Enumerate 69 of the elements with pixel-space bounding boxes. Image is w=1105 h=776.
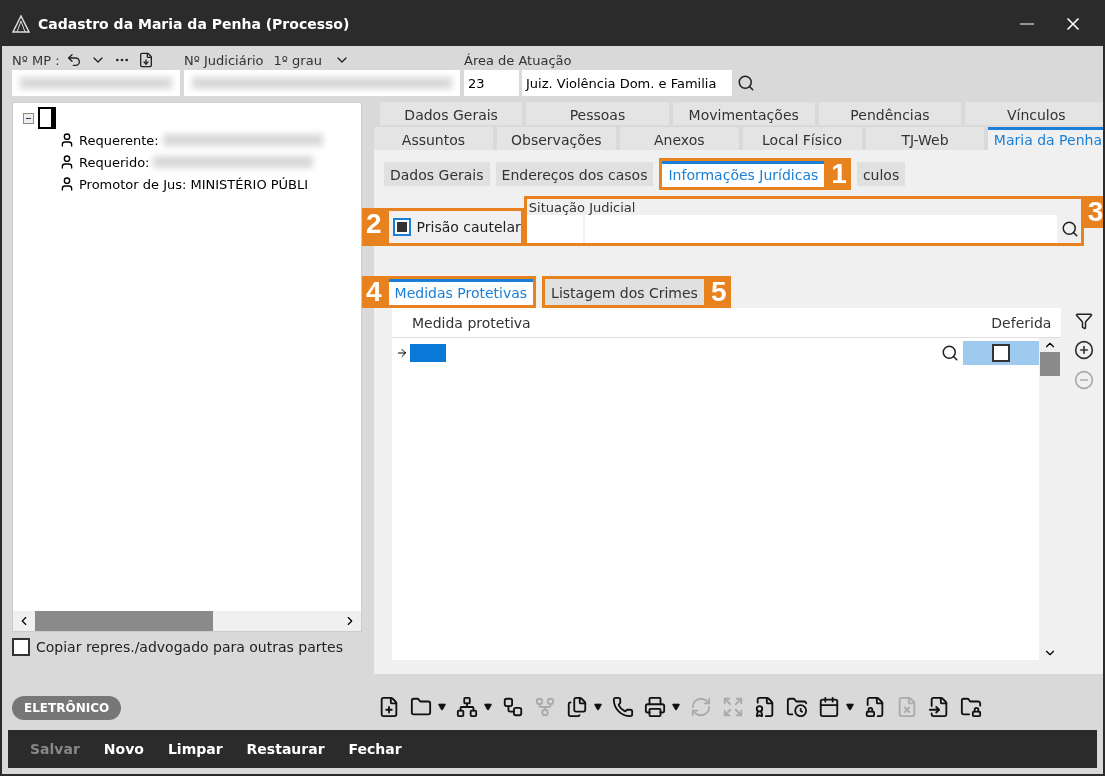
folder-icon[interactable] [410, 696, 446, 718]
document-icon [38, 107, 56, 129]
tab[interactable]: Medidas Protetivas [388, 279, 534, 305]
column-header[interactable]: Medida protetiva [412, 314, 982, 331]
subtab[interactable]: Informações Jurídicas [662, 161, 825, 187]
area-label: Área de Atuação [464, 53, 573, 68]
printer-icon[interactable] [644, 696, 680, 718]
action-button[interactable]: Limpar [167, 741, 223, 757]
tab[interactable]: Dados Gerais [380, 102, 523, 125]
logo-icon [12, 15, 30, 33]
tab[interactable]: Listagem dos Crimes [545, 279, 704, 305]
situation-label: Situação Judicial [527, 200, 637, 215]
column-header[interactable]: Deferida [991, 314, 1052, 331]
folder-lock-icon[interactable] [960, 696, 982, 718]
tree-item[interactable]: Promotor de Jus: MINISTÉRIO PÚBLI [79, 176, 309, 192]
collapse-icon[interactable] [23, 112, 34, 124]
callout-number: 5 [706, 276, 731, 308]
calendar-icon[interactable] [818, 696, 854, 718]
callout-number: 3 [1083, 196, 1103, 228]
mp-field[interactable] [12, 70, 180, 96]
phone-icon[interactable] [612, 696, 634, 718]
tab[interactable]: Pessoas [526, 102, 669, 125]
tab[interactable]: Vínculos [965, 102, 1103, 125]
judicial-label: Nº Judiciário [184, 52, 264, 68]
grau-label: 1º grau [273, 52, 322, 68]
tab[interactable]: Local Físico [742, 127, 862, 150]
tree-item[interactable]: Requerente: [79, 132, 159, 148]
selected-cell[interactable] [410, 344, 446, 362]
file-input-icon[interactable] [928, 696, 950, 718]
files-icon[interactable] [566, 696, 602, 718]
deferida-checkbox[interactable] [992, 344, 1011, 362]
folder-clock-icon[interactable] [786, 696, 808, 718]
person-icon [59, 176, 75, 192]
row-pointer-icon [396, 347, 408, 359]
horizontal-scrollbar[interactable] [13, 611, 361, 631]
area-code-field[interactable]: 23 [464, 70, 519, 96]
file-badge-icon[interactable] [754, 696, 776, 718]
situation-code-field[interactable] [526, 215, 583, 243]
judicial-field[interactable] [184, 70, 460, 96]
tab[interactable]: TJ-Web [865, 127, 985, 150]
situation-field[interactable] [584, 215, 1057, 243]
tab[interactable]: Maria da Penha [988, 127, 1103, 150]
status-badge: ELETRÔNICO [12, 696, 122, 720]
action-button[interactable]: Fechar [348, 741, 402, 757]
tab[interactable]: Anexos [619, 127, 739, 150]
file-lock-icon[interactable] [864, 696, 886, 718]
copy-checkbox[interactable]: Copiar repres./advogado para outras partes [12, 638, 362, 656]
callout-number: 4 [362, 276, 386, 308]
tree-item[interactable]: Requerido: [79, 154, 150, 170]
window-title: Cadastro da Maria da Penha (Processo) [38, 16, 351, 32]
callout-number: 1 [827, 158, 851, 190]
prison-checkbox[interactable]: Prisão cautelar [388, 211, 521, 243]
person-icon [59, 132, 75, 148]
subtab[interactable]: Endereços dos casos [495, 162, 654, 186]
callout-number: 2 [362, 208, 386, 246]
subtab[interactable]: Dados Gerais [384, 162, 490, 186]
scrollbar-thumb[interactable] [1040, 352, 1061, 376]
person-icon [59, 154, 75, 170]
action-button[interactable]: Restaurar [246, 741, 325, 757]
area-name-field[interactable]: Juiz. Violência Dom. e Familia [522, 70, 732, 96]
tab[interactable]: Assuntos [374, 127, 493, 150]
file-plus-icon[interactable] [378, 696, 400, 718]
tab[interactable]: Pendências [818, 102, 962, 125]
tab[interactable]: Movimentações [672, 102, 815, 125]
mp-label: Nº MP : [12, 52, 60, 68]
subtab[interactable]: culos [856, 162, 906, 186]
action-button[interactable]: Novo [103, 741, 144, 757]
tab[interactable]: Observações [496, 127, 616, 150]
scrollbar-thumb[interactable] [35, 611, 213, 631]
